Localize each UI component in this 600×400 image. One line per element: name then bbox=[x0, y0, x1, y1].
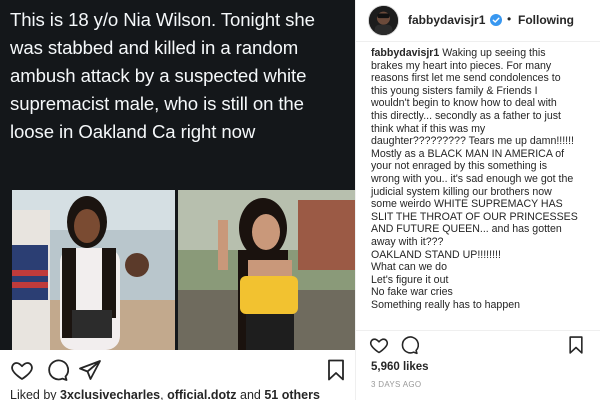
liked-by-user-link[interactable]: 3xclusivecharles bbox=[60, 388, 160, 400]
bookmark-icon[interactable] bbox=[324, 358, 348, 382]
caption-line: Something really has to happen bbox=[371, 298, 521, 311]
following-button[interactable]: Following bbox=[518, 13, 574, 27]
post-header: fabbydavisjr1 • Following bbox=[356, 0, 600, 42]
right-action-bar bbox=[356, 330, 600, 360]
liked-by-text: Liked by 3xclusivecharles, official.dotz… bbox=[10, 388, 320, 400]
avatar[interactable] bbox=[368, 5, 399, 36]
post-image-text: This is 18 y/o Nia Wilson. Tonight she w… bbox=[10, 9, 315, 142]
share-icon[interactable] bbox=[78, 358, 102, 382]
photo-right bbox=[178, 190, 355, 350]
header-separator: • bbox=[507, 12, 512, 26]
caption-line: reasons first let me send condolences to bbox=[371, 72, 561, 85]
caption-line: some weirdo WHITE SUPREMACY HAS bbox=[371, 198, 563, 211]
caption-line: OAKLAND STAND UP!!!!!!!! bbox=[371, 248, 501, 261]
comment-icon[interactable] bbox=[399, 335, 419, 355]
comment-icon[interactable] bbox=[45, 358, 69, 382]
caption-line: SLIT THE THROAT OF OUR PRINCESSES bbox=[371, 210, 578, 223]
liked-by-prefix: Liked by bbox=[10, 388, 61, 400]
caption-line: brakes my heart into pieces. For many bbox=[371, 59, 552, 72]
caption-line: your not enraged by this something is bbox=[371, 160, 548, 173]
caption-line: Mostly as a BLACK MAN IN AMERICA of bbox=[371, 147, 565, 160]
caption-line: daughter????????? Tears me up damn!!!!!! bbox=[371, 135, 574, 148]
post-timestamp: 3 DAYS AGO bbox=[371, 380, 422, 389]
likes-count[interactable]: 5,960 likes bbox=[371, 361, 429, 373]
caption-line: No fake war cries bbox=[371, 286, 453, 299]
caption-username-link[interactable]: fabbydavisjr1 bbox=[371, 47, 439, 59]
caption: fabbydavisjr1 Waking up seeing this brak… bbox=[371, 47, 596, 311]
liked-by-others-link[interactable]: 51 others bbox=[264, 388, 320, 400]
caption-line: judicial system killing our brothers now bbox=[371, 185, 552, 198]
heart-icon[interactable] bbox=[369, 335, 389, 355]
caption-line: this young sisters family & Friends I bbox=[371, 84, 538, 97]
photo-left bbox=[12, 190, 175, 350]
caption-line: Waking up seeing this bbox=[442, 47, 546, 59]
caption-line: think what if this was my bbox=[371, 122, 486, 135]
caption-line: What can we do bbox=[371, 261, 447, 274]
comment-panel: fabbydavisjr1 • Following fabbydavisjr1 … bbox=[355, 0, 600, 400]
caption-line: AND FUTURE QUEEN... and has gotten bbox=[371, 223, 562, 236]
username-link[interactable]: fabbydavisjr1 bbox=[408, 13, 485, 27]
caption-line: wouldn't begin to know how to deal with bbox=[371, 97, 557, 110]
caption-line: Let's figure it out bbox=[371, 273, 449, 286]
caption-line: away with it??? bbox=[371, 235, 444, 248]
caption-line: this directly... secondly as a father to… bbox=[371, 109, 561, 122]
bookmark-icon[interactable] bbox=[566, 335, 586, 355]
heart-icon[interactable] bbox=[10, 358, 34, 382]
verified-badge-icon bbox=[490, 13, 502, 26]
liked-by-suffix: and bbox=[236, 388, 265, 400]
post-image: This is 18 y/o Nia Wilson. Tonight she w… bbox=[0, 0, 355, 350]
liked-by-user-link[interactable]: official.dotz bbox=[167, 388, 236, 400]
caption-line: wrong with you.. it's sad enough we got … bbox=[371, 172, 574, 185]
